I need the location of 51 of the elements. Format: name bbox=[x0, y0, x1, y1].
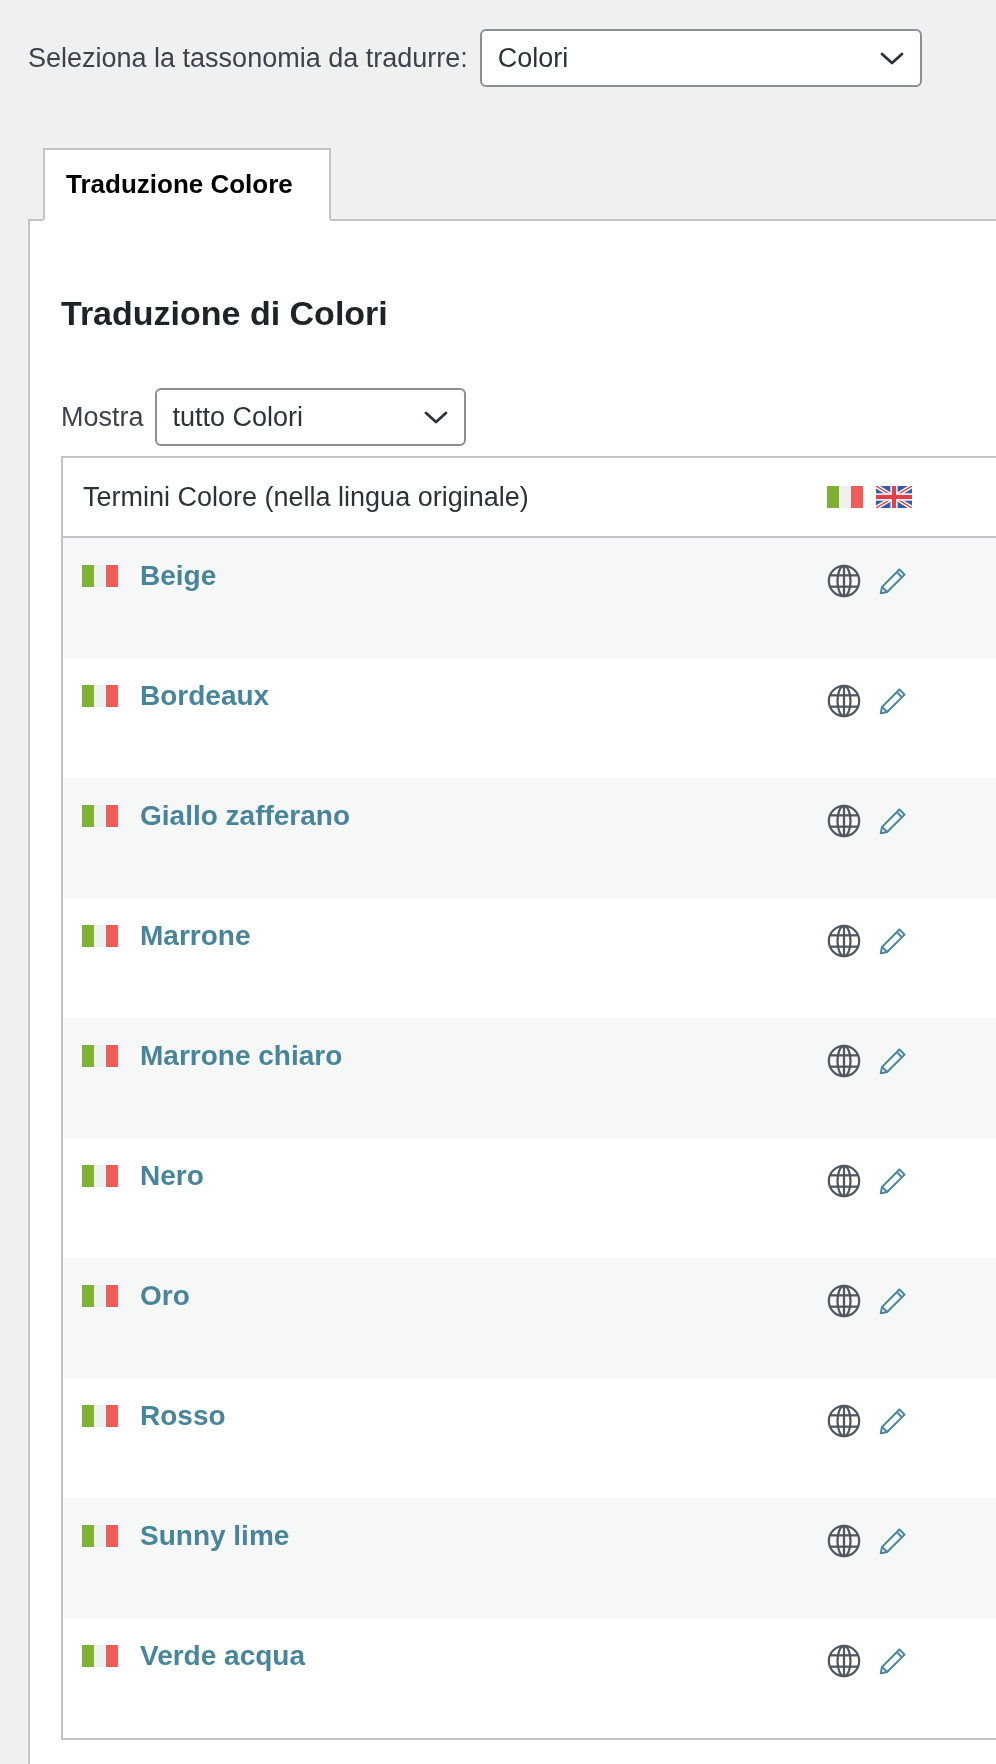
globe-icon[interactable] bbox=[827, 1404, 861, 1438]
term-link[interactable]: Beige bbox=[140, 558, 217, 594]
term-link[interactable]: Nero bbox=[140, 1158, 204, 1194]
pencil-icon[interactable] bbox=[879, 1527, 907, 1555]
italy-flag-icon bbox=[82, 1285, 118, 1307]
pencil-icon[interactable] bbox=[879, 1407, 907, 1435]
italy-flag-icon bbox=[82, 1165, 118, 1187]
globe-icon[interactable] bbox=[827, 564, 861, 598]
italy-flag-icon bbox=[82, 805, 118, 827]
pencil-icon[interactable] bbox=[879, 1047, 907, 1075]
globe-icon[interactable] bbox=[827, 1644, 861, 1678]
column-header: Termini Colore (nella lingua originale) bbox=[82, 481, 530, 513]
italy-flag-icon bbox=[82, 1645, 118, 1667]
globe-icon[interactable] bbox=[827, 924, 861, 958]
term-link[interactable]: Sunny lime bbox=[140, 1518, 290, 1554]
globe-icon[interactable] bbox=[827, 1284, 861, 1318]
italy-flag-icon bbox=[82, 925, 118, 947]
term-link[interactable]: Marrone bbox=[140, 918, 251, 954]
taxonomy-select[interactable]: Colori bbox=[479, 29, 922, 87]
term-link[interactable]: Giallo zafferano bbox=[140, 798, 351, 834]
filter-select[interactable]: tutto Colori bbox=[154, 388, 466, 446]
italy-flag-icon bbox=[82, 685, 118, 707]
italy-flag-icon bbox=[827, 486, 863, 508]
globe-icon[interactable] bbox=[827, 1524, 861, 1558]
tab[interactable]: Traduzione Colore bbox=[43, 148, 331, 221]
filter-label: Mostra bbox=[61, 401, 144, 433]
pencil-icon[interactable] bbox=[879, 687, 907, 715]
pencil-icon[interactable] bbox=[879, 1287, 907, 1315]
chevron-down-icon bbox=[879, 51, 904, 65]
globe-icon[interactable] bbox=[827, 684, 861, 718]
italy-flag-icon bbox=[82, 1045, 118, 1067]
pencil-icon[interactable] bbox=[879, 807, 907, 835]
term-link[interactable]: Verde acqua bbox=[140, 1638, 305, 1674]
pencil-icon[interactable] bbox=[879, 1167, 907, 1195]
globe-icon[interactable] bbox=[827, 1164, 861, 1198]
term-link[interactable]: Bordeaux bbox=[140, 678, 270, 714]
term-link[interactable]: Rosso bbox=[140, 1398, 226, 1434]
taxonomy-label: Seleziona la tassonomia da tradurre: bbox=[28, 42, 468, 74]
pencil-icon[interactable] bbox=[879, 1647, 907, 1675]
italy-flag-icon bbox=[82, 1405, 118, 1427]
italy-flag-icon bbox=[82, 565, 118, 587]
term-link[interactable]: Marrone chiaro bbox=[140, 1038, 343, 1074]
globe-icon[interactable] bbox=[827, 804, 861, 838]
pencil-icon[interactable] bbox=[879, 927, 907, 955]
chevron-down-icon bbox=[423, 410, 448, 424]
section-heading: Traduzione di Colori bbox=[61, 293, 389, 333]
italy-flag-icon bbox=[82, 1525, 118, 1547]
term-link[interactable]: Oro bbox=[140, 1278, 190, 1314]
uk-flag-icon bbox=[876, 486, 912, 508]
pencil-icon[interactable] bbox=[879, 567, 907, 595]
globe-icon[interactable] bbox=[827, 1044, 861, 1078]
